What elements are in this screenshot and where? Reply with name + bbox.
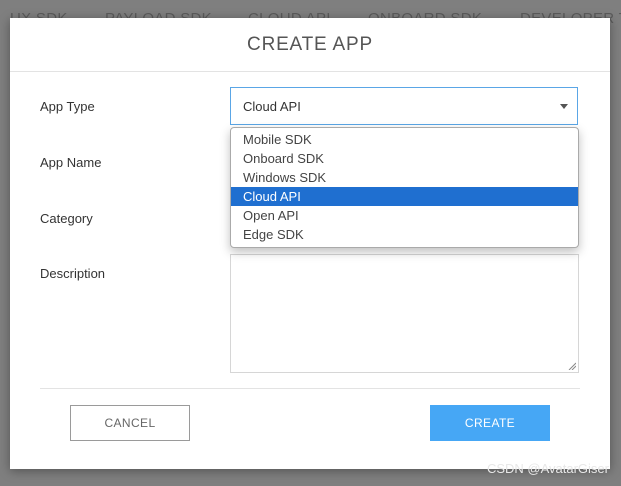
app-type-label: App Type <box>40 99 95 114</box>
dropdown-option-open-api[interactable]: Open API <box>231 206 578 225</box>
modal-header: CREATE APP <box>10 18 610 72</box>
dropdown-option-cloud-api[interactable]: Cloud API <box>231 187 578 206</box>
modal-title: CREATE APP <box>247 33 373 55</box>
create-button[interactable]: CREATE <box>430 405 550 441</box>
caret-down-icon <box>560 104 568 109</box>
app-name-label: App Name <box>40 155 102 170</box>
create-app-modal: CREATE APP App Type App Name Category De… <box>10 18 610 469</box>
dropdown-option-mobile-sdk[interactable]: Mobile SDK <box>231 130 578 149</box>
footer-divider <box>40 388 580 389</box>
watermark-text: CSDN @AvatarGiser <box>486 461 609 476</box>
dropdown-option-onboard-sdk[interactable]: Onboard SDK <box>231 149 578 168</box>
app-type-dropdown[interactable]: Mobile SDK Onboard SDK Windows SDK Cloud… <box>230 127 579 248</box>
app-type-select[interactable]: Cloud API <box>230 87 578 125</box>
resize-handle-icon[interactable] <box>568 362 576 370</box>
dropdown-option-edge-sdk[interactable]: Edge SDK <box>231 225 578 244</box>
description-textarea[interactable] <box>230 254 579 373</box>
app-type-select-value: Cloud API <box>243 98 301 114</box>
cancel-button[interactable]: CANCEL <box>70 405 190 441</box>
description-label: Description <box>40 266 106 281</box>
dropdown-option-windows-sdk[interactable]: Windows SDK <box>231 168 578 187</box>
category-label: Category <box>40 211 93 226</box>
